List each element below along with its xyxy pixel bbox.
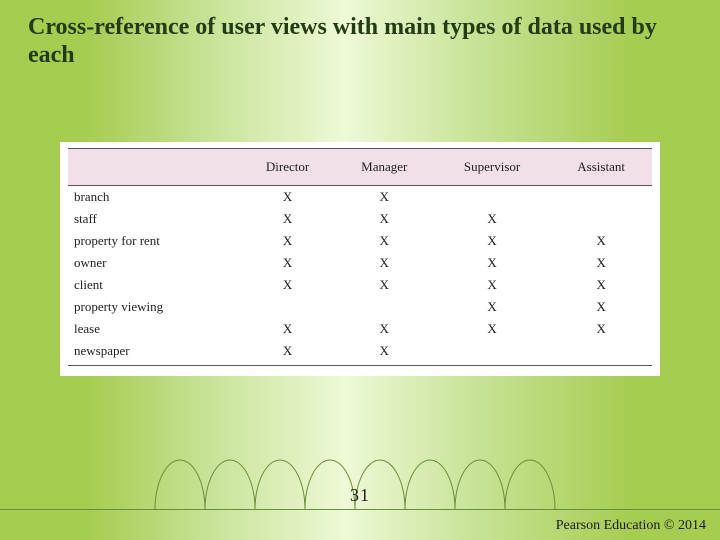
cell xyxy=(335,296,434,318)
cell: X xyxy=(240,186,334,209)
cell: X xyxy=(240,318,334,340)
row-label: property for rent xyxy=(68,230,240,252)
copyright-text: Pearson Education © 2014 xyxy=(556,518,706,534)
row-label: branch xyxy=(68,186,240,209)
cell: X xyxy=(335,230,434,252)
header-col: Director xyxy=(240,149,334,186)
cell: X xyxy=(434,230,550,252)
table-row: newspaper X X xyxy=(68,340,652,366)
cell: X xyxy=(240,274,334,296)
decorative-baseline xyxy=(0,509,720,510)
page-number: 31 xyxy=(0,485,720,506)
header-col: Assistant xyxy=(550,149,652,186)
table-row: property for rent X X X X xyxy=(68,230,652,252)
cell: X xyxy=(240,230,334,252)
header-col: Manager xyxy=(335,149,434,186)
cross-reference-table: Director Manager Supervisor Assistant br… xyxy=(60,142,660,376)
cell xyxy=(550,208,652,230)
slide-title: Cross-reference of user views with main … xyxy=(28,14,690,69)
table-row: client X X X X xyxy=(68,274,652,296)
cell: X xyxy=(434,252,550,274)
data-table: Director Manager Supervisor Assistant br… xyxy=(68,148,652,366)
cell: X xyxy=(550,230,652,252)
cell: X xyxy=(335,318,434,340)
row-label: client xyxy=(68,274,240,296)
cell: X xyxy=(434,296,550,318)
cell xyxy=(240,296,334,318)
cell: X xyxy=(335,208,434,230)
header-col: Supervisor xyxy=(434,149,550,186)
row-label: staff xyxy=(68,208,240,230)
cell xyxy=(550,186,652,209)
cell: X xyxy=(434,208,550,230)
cell: X xyxy=(240,208,334,230)
cell xyxy=(434,186,550,209)
cell: X xyxy=(550,318,652,340)
row-label: lease xyxy=(68,318,240,340)
cell xyxy=(550,340,652,366)
table-header-row: Director Manager Supervisor Assistant xyxy=(68,149,652,186)
cell: X xyxy=(335,186,434,209)
cell: X xyxy=(434,318,550,340)
header-blank xyxy=(68,149,240,186)
cell: X xyxy=(240,340,334,366)
row-label: newspaper xyxy=(68,340,240,366)
cell: X xyxy=(434,274,550,296)
table-row: branch X X xyxy=(68,186,652,209)
cell: X xyxy=(240,252,334,274)
row-label: property viewing xyxy=(68,296,240,318)
row-label: owner xyxy=(68,252,240,274)
cell: X xyxy=(335,340,434,366)
table-row: owner X X X X xyxy=(68,252,652,274)
cell: X xyxy=(335,252,434,274)
cell: X xyxy=(550,296,652,318)
table-row: staff X X X xyxy=(68,208,652,230)
cell xyxy=(434,340,550,366)
table-row: lease X X X X xyxy=(68,318,652,340)
slide: Cross-reference of user views with main … xyxy=(0,0,720,540)
cell: X xyxy=(335,274,434,296)
cell: X xyxy=(550,274,652,296)
cell: X xyxy=(550,252,652,274)
table-row: property viewing X X xyxy=(68,296,652,318)
